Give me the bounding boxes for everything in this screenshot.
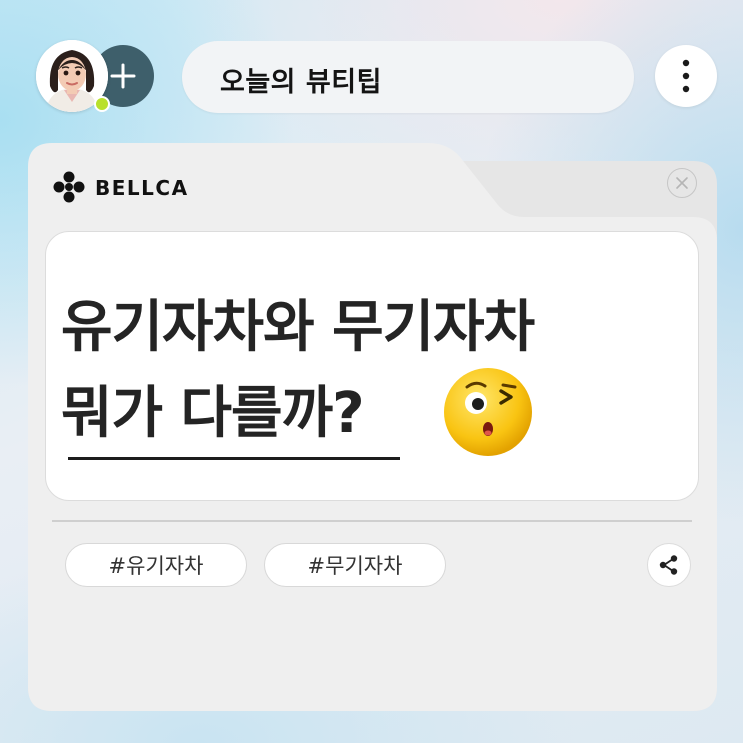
tag-organic-sunscreen[interactable]: #유기자차	[65, 543, 247, 587]
online-status-dot	[94, 96, 110, 112]
more-options-button[interactable]	[655, 45, 717, 107]
bellca-logo-icon	[53, 171, 85, 203]
share-icon	[659, 555, 678, 575]
headline-panel	[45, 231, 699, 501]
vertical-dots-icon	[682, 59, 690, 93]
page-title: 오늘의 뷰티팁	[220, 67, 382, 98]
brand-name: BELLCA	[95, 176, 189, 200]
profile-group	[36, 40, 160, 112]
close-button[interactable]	[667, 168, 697, 198]
close-icon	[676, 177, 688, 189]
plus-icon	[110, 63, 136, 89]
share-button[interactable]	[647, 543, 691, 587]
headline-line-2: 뭐가 다를까?	[61, 381, 365, 446]
title-bar[interactable]: 오늘의 뷰티팁	[182, 41, 634, 113]
headline-line-1: 유기자차와 무기자차	[61, 295, 535, 360]
divider	[52, 520, 692, 522]
headline-underline	[68, 457, 400, 460]
winking-kiss-emoji-icon	[444, 368, 532, 456]
tag-inorganic-sunscreen[interactable]: #무기자차	[264, 543, 446, 587]
